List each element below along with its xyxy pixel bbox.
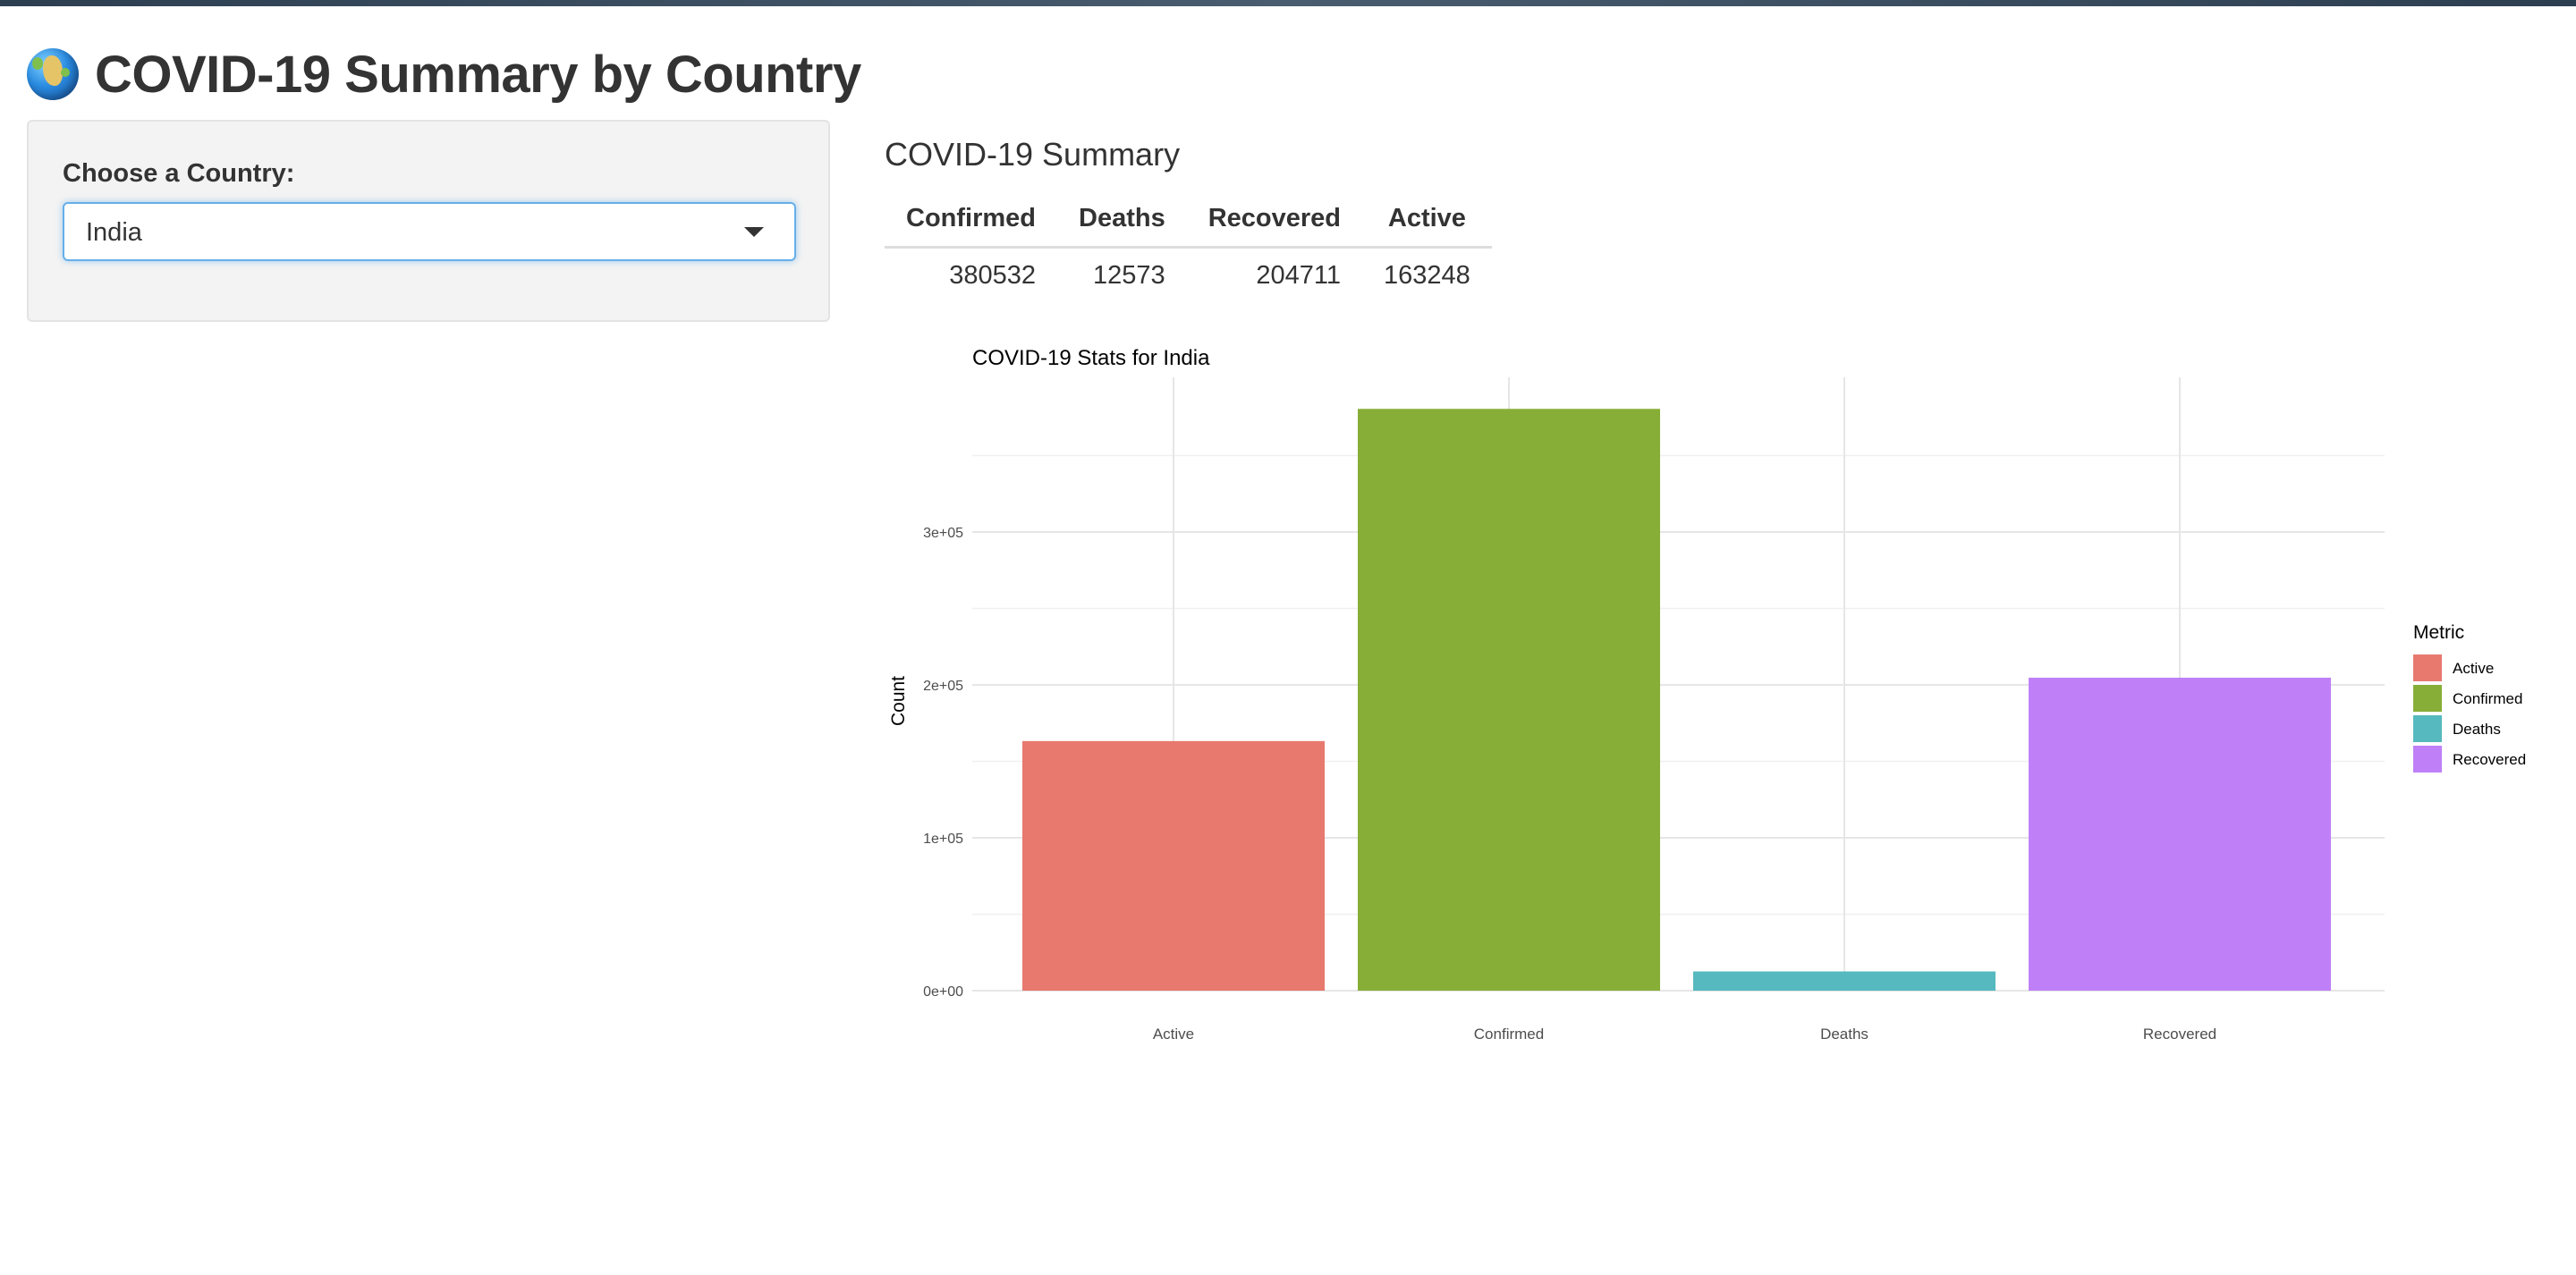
x-tick-label: Recovered <box>2143 1026 2216 1043</box>
legend-swatch <box>2413 654 2442 681</box>
bar-recovered <box>2029 677 2331 991</box>
table-row: 380532 12573 204711 163248 <box>885 248 1492 302</box>
top-bar <box>0 0 2576 6</box>
bar-confirmed <box>1358 409 1660 991</box>
header: COVID-19 Summary by Country <box>27 43 861 106</box>
bar-deaths <box>1693 971 1996 991</box>
sidebar-panel: Choose a Country: India <box>27 120 830 322</box>
column-header: Deaths <box>1057 193 1187 249</box>
bar-active <box>1022 740 1325 991</box>
legend-entry: Recovered <box>2453 751 2526 768</box>
table-cell: 12573 <box>1093 261 1165 290</box>
legend-entry: Deaths <box>2453 721 2501 738</box>
table-cell: 163248 <box>1384 261 1470 290</box>
legend-swatch <box>2413 685 2442 712</box>
chart-title: COVID-19 Stats for India <box>972 346 1210 370</box>
table-cell: 380532 <box>949 261 1036 290</box>
legend-swatch <box>2413 746 2442 773</box>
page-title: COVID-19 Summary by Country <box>95 45 861 104</box>
summary-header-row: Confirmed Deaths Recovered Active <box>885 193 1492 249</box>
column-header: Confirmed <box>885 193 1057 249</box>
y-tick-label: 1e+05 <box>923 832 963 847</box>
y-tick-label: 2e+05 <box>923 679 963 694</box>
bars <box>1022 409 2331 991</box>
legend-entry: Active <box>2453 660 2494 677</box>
country-select-label: Choose a Country: <box>63 159 295 188</box>
table-cell: 204711 <box>1256 261 1342 290</box>
y-tick-label: 3e+05 <box>923 526 963 541</box>
y-axis-label: Count <box>888 676 909 726</box>
country-select[interactable]: India <box>63 202 796 261</box>
x-tick-label: Active <box>1153 1026 1194 1043</box>
globe-icon <box>27 48 79 100</box>
x-tick-label: Deaths <box>1820 1026 1868 1043</box>
chevron-down-icon[interactable] <box>744 227 764 237</box>
x-tick-label: Confirmed <box>1474 1026 1544 1043</box>
country-select-value: India <box>86 218 142 247</box>
y-axis-ticks: 0e+00 1e+05 2e+05 3e+05 <box>923 526 963 1000</box>
summary-title: COVID-19 Summary <box>885 136 1181 173</box>
legend-entry: Confirmed <box>2453 690 2522 707</box>
column-header: Active <box>1362 193 1492 249</box>
legend-title: Metric <box>2413 622 2464 643</box>
column-header: Recovered <box>1186 193 1363 249</box>
legend-swatch <box>2413 715 2442 742</box>
bar-chart: COVID-19 Stats for India Count 0e+00 1e+0… <box>888 346 2526 1043</box>
y-tick-label: 0e+00 <box>923 984 963 1000</box>
summary-table: Confirmed Deaths Recovered Active 380532… <box>885 193 1492 301</box>
x-axis-ticks: Active Confirmed Deaths Recovered <box>1153 1026 2216 1043</box>
legend: Metric Active Confirmed Deaths Recovered <box>2413 622 2526 773</box>
